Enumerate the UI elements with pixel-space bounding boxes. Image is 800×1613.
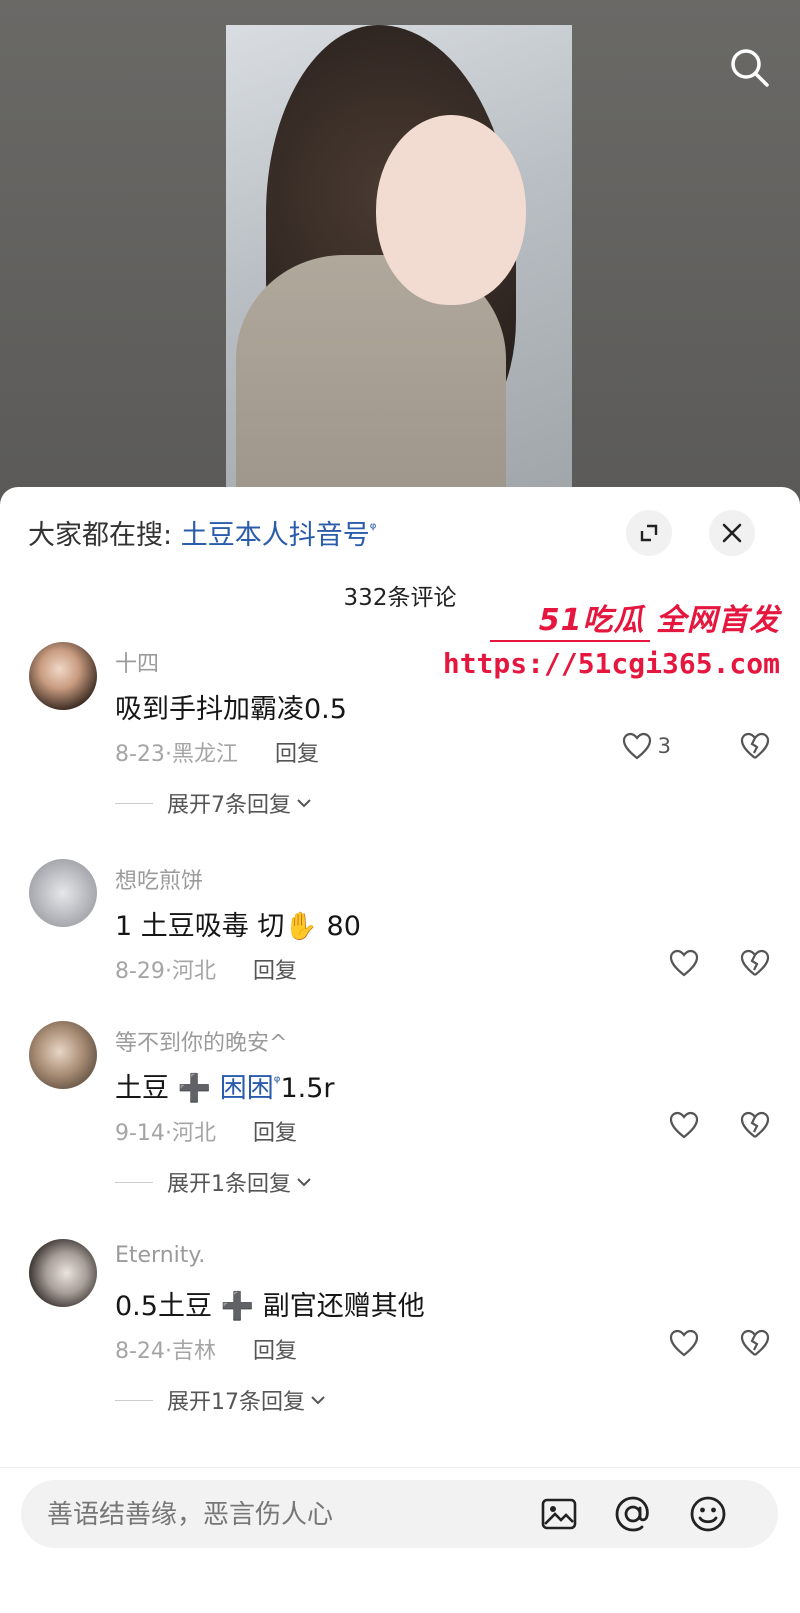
mention-icon[interactable] bbox=[613, 1494, 653, 1534]
trending-search-link-text[interactable]: 土豆本人抖音号 bbox=[181, 520, 370, 551]
like-button[interactable] bbox=[669, 1111, 699, 1139]
expand-replies-label[interactable]: 展开17条回复 bbox=[167, 1384, 305, 1416]
chevron-down-icon bbox=[297, 799, 311, 808]
expand-replies-label[interactable]: 展开1条回复 bbox=[167, 1166, 291, 1198]
emoji-icon[interactable] bbox=[688, 1494, 728, 1534]
expand-replies-label[interactable]: 展开7条回复 bbox=[167, 787, 291, 819]
heart-icon bbox=[669, 1329, 699, 1357]
trending-search-link[interactable]: 土豆本人抖音号ᵠ bbox=[181, 519, 377, 551]
heart-icon bbox=[669, 949, 699, 977]
video-background bbox=[0, 0, 800, 500]
expand-replies[interactable]: 展开1条回复 bbox=[115, 1166, 311, 1198]
like-count: 3 bbox=[657, 734, 671, 758]
comment-meta: 8-24·吉林 回复 bbox=[115, 1339, 297, 1364]
comment-username[interactable]: 十四 bbox=[115, 646, 159, 678]
search-small-icon: ᵠ bbox=[369, 519, 377, 538]
comment-input[interactable] bbox=[45, 1492, 529, 1538]
comment-date: 8-24 bbox=[115, 1339, 165, 1364]
comment-count: 332条评论 bbox=[343, 585, 457, 611]
avatar[interactable] bbox=[29, 1239, 97, 1307]
chevron-down-icon bbox=[311, 1396, 325, 1405]
photo-face bbox=[376, 115, 526, 305]
broken-heart-icon[interactable] bbox=[740, 1111, 770, 1139]
comment-text: 1 土豆吸毒 切✋ 80 bbox=[115, 911, 361, 942]
comment-location: 黑龙江 bbox=[171, 742, 238, 767]
divider bbox=[115, 802, 153, 804]
comment-meta: 8-29·河北 回复 bbox=[115, 959, 297, 984]
trending-search-prefix: 大家都在搜: bbox=[28, 520, 173, 551]
reply-button[interactable]: 回复 bbox=[275, 742, 319, 767]
expand-icon bbox=[640, 524, 658, 542]
broken-heart-icon[interactable] bbox=[740, 732, 770, 760]
reply-button[interactable]: 回复 bbox=[253, 959, 297, 984]
like-button[interactable]: 3 bbox=[622, 732, 671, 760]
comment-meta: 8-23·黑龙江 回复 bbox=[115, 742, 319, 767]
comment-username[interactable]: 想吃煎饼 bbox=[115, 863, 203, 895]
comment-date: 9-14 bbox=[115, 1121, 165, 1146]
expand-replies[interactable]: 展开17条回复 bbox=[115, 1384, 325, 1416]
like-button[interactable] bbox=[669, 1329, 699, 1357]
image-icon[interactable] bbox=[539, 1494, 579, 1534]
avatar[interactable] bbox=[29, 642, 97, 710]
comment-text: 吸到手抖加霸凌0.5 bbox=[115, 694, 347, 725]
like-button[interactable] bbox=[669, 949, 699, 977]
comment-input-wrap bbox=[21, 1480, 778, 1548]
video-thumbnail[interactable] bbox=[226, 25, 572, 487]
expand-button[interactable] bbox=[626, 510, 672, 556]
comment-username[interactable]: Eternity. bbox=[115, 1243, 205, 1268]
close-icon bbox=[722, 523, 742, 543]
expand-replies[interactable]: 展开7条回复 bbox=[115, 787, 311, 819]
comment-username[interactable]: 等不到你的晚安^ bbox=[115, 1025, 287, 1057]
trending-search: 大家都在搜: 土豆本人抖音号ᵠ bbox=[28, 513, 376, 552]
divider bbox=[115, 1181, 153, 1183]
broken-heart-icon[interactable] bbox=[740, 949, 770, 977]
comment-location: 吉林 bbox=[171, 1339, 216, 1364]
close-button[interactable] bbox=[709, 510, 755, 556]
reply-button[interactable]: 回复 bbox=[253, 1121, 297, 1146]
heart-icon bbox=[622, 732, 651, 760]
comment-input-bar bbox=[0, 1467, 800, 1613]
broken-heart-icon[interactable] bbox=[740, 1329, 770, 1357]
avatar[interactable] bbox=[29, 1021, 97, 1089]
comment-location: 河北 bbox=[171, 959, 216, 984]
comment-search-link[interactable]: 困困 bbox=[220, 1073, 274, 1104]
divider bbox=[115, 1399, 153, 1401]
heart-icon bbox=[669, 1111, 699, 1139]
comment-text: 0.5土豆 ➕ 副官还赠其他 bbox=[115, 1291, 425, 1322]
comment-sheet: 大家都在搜: 土豆本人抖音号ᵠ 332条评论 十四 吸到手抖加霸凌0.5 8-2… bbox=[0, 487, 800, 1612]
comment-location: 河北 bbox=[171, 1121, 216, 1146]
avatar[interactable] bbox=[29, 859, 97, 927]
reply-button[interactable]: 回复 bbox=[253, 1339, 297, 1364]
comment-text-part: 土豆 ➕ bbox=[115, 1073, 220, 1104]
chevron-down-icon bbox=[297, 1178, 311, 1187]
comment-text: 土豆 ➕ 困困ᵠ1.5r bbox=[115, 1066, 335, 1105]
comment-meta: 9-14·河北 回复 bbox=[115, 1121, 297, 1146]
comment-text-part: 1.5r bbox=[280, 1073, 335, 1104]
search-icon[interactable] bbox=[728, 46, 770, 88]
comment-date: 8-29 bbox=[115, 959, 165, 984]
comment-date: 8-23 bbox=[115, 742, 165, 767]
